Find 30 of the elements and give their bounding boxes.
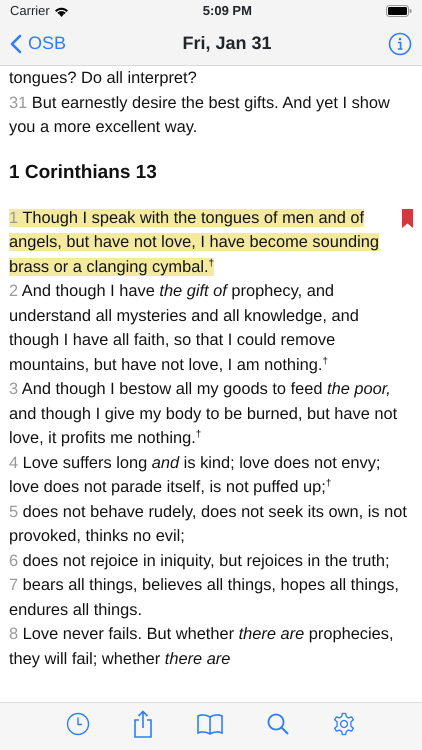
library-button[interactable] bbox=[196, 712, 224, 734]
verse-text: 8 Love never fails. But whether there are prophecies, they will fail; whether there are bbox=[9, 624, 395, 670]
settings-button[interactable] bbox=[332, 712, 356, 736]
verse-text: 4 Love suffers long and is kind; love does not envy; love does not parade itself, is not puffed up;$^{†}$ bbox=[9, 452, 382, 498]
search-icon bbox=[266, 712, 290, 736]
verse-text: 6 does not rejoice in iniquity, but rejoices in the truth; bbox=[9, 550, 391, 572]
verse-text: 31 But earnestly desire the best gifts. And yet I show you a more excellent way. bbox=[9, 92, 391, 138]
clock-time: 5:09 PM bbox=[202, 2, 252, 20]
chapter-heading: 1 Corinthians 13 bbox=[9, 160, 158, 184]
back-button[interactable]: OSB bbox=[10, 30, 66, 57]
verse-text: 2 And though I have the gift of prophecy, and understand all mysteries and all knowledge, and though I have all faith, so that I could remove mountains, but have not love, I am nothing.$^{†}$ bbox=[9, 281, 360, 376]
carrier-label: Carrier bbox=[10, 2, 50, 20]
verse-text: tongues? Do all interpret? bbox=[9, 68, 198, 89]
nav-title: Fri, Jan 31 bbox=[182, 32, 272, 55]
search-button[interactable] bbox=[266, 712, 290, 736]
verse-text: 5 does not behave rudely, does not seek its own, is not provoked, thinks no evil; bbox=[9, 502, 408, 547]
history-button[interactable] bbox=[66, 712, 90, 736]
battery-icon bbox=[386, 5, 412, 17]
wifi-icon bbox=[54, 6, 69, 16]
info-button[interactable] bbox=[388, 32, 412, 56]
verse-text: 3 And though I bestow all my goods to feed the poor, and though I give my body to be burned, but have not love, it profits me nothing.$^{†}$ bbox=[9, 379, 398, 449]
chevron-left-icon bbox=[10, 34, 22, 54]
verse-text: 1 Though I speak with the tongues of men and of angels, but have not love, I have become sounding brass or a clanging cymbal.$^{†}$ bbox=[9, 208, 380, 278]
verse-text: 7 bears all things, believes all things, hopes all things, endures all things. bbox=[9, 575, 400, 620]
share-button[interactable] bbox=[132, 710, 154, 738]
book-icon bbox=[196, 712, 224, 734]
settings-icon bbox=[332, 712, 356, 736]
share-icon bbox=[132, 710, 154, 738]
clock-icon bbox=[66, 712, 90, 736]
info-icon bbox=[388, 32, 412, 56]
